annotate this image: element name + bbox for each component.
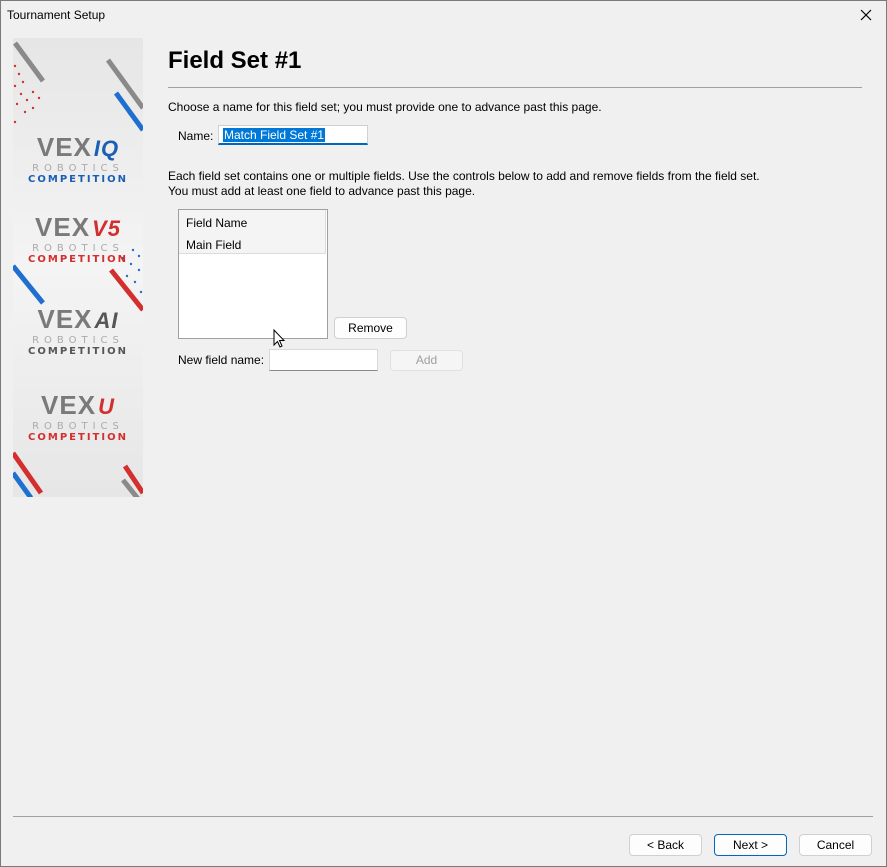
add-button[interactable]: Add bbox=[390, 350, 463, 371]
vex-ai-logo: VEXAI ROBOTICS COMPETITION bbox=[13, 306, 143, 358]
next-button[interactable]: Next > bbox=[714, 834, 787, 856]
header-divider bbox=[168, 87, 862, 88]
logo-suffix: V5 bbox=[92, 216, 121, 241]
fields-instructions-line1: Each field set contains one or multiple … bbox=[168, 169, 760, 183]
tournament-setup-window: Tournament Setup VEXIQ ROBOTICS COMPETIT… bbox=[0, 0, 887, 867]
new-field-name-input[interactable] bbox=[269, 349, 378, 371]
list-item-label: Main Field bbox=[186, 238, 242, 252]
close-icon bbox=[860, 9, 872, 21]
logo-robotics: ROBOTICS bbox=[32, 243, 124, 254]
logo-competition: COMPETITION bbox=[28, 254, 128, 265]
fields-instructions-line2: You must add at least one field to advan… bbox=[168, 184, 476, 198]
vex-u-logo: VEXU ROBOTICS COMPETITION bbox=[13, 392, 143, 444]
logo-competition: COMPETITION bbox=[28, 432, 128, 443]
logo-suffix: AI bbox=[94, 308, 119, 333]
vex-iq-logo: VEXIQ ROBOTICS COMPETITION bbox=[13, 134, 143, 186]
title-bar: Tournament Setup bbox=[1, 1, 886, 29]
new-field-label: New field name: bbox=[178, 353, 265, 367]
logo-suffix: IQ bbox=[93, 136, 120, 161]
logo-wordmark: VEX bbox=[41, 390, 97, 420]
list-column-header-label: Field Name bbox=[186, 216, 248, 230]
field-set-name-input[interactable]: Match Field Set #1 bbox=[218, 125, 368, 145]
logo-robotics: ROBOTICS bbox=[32, 421, 124, 432]
logo-wordmark: VEX bbox=[36, 132, 92, 162]
logo-competition: COMPETITION bbox=[28, 346, 128, 357]
logo-wordmark: VEX bbox=[35, 212, 91, 242]
page-title: Field Set #1 bbox=[168, 47, 302, 74]
mouse-pointer-icon bbox=[273, 329, 286, 348]
logo-competition: COMPETITION bbox=[28, 174, 128, 185]
back-button[interactable]: < Back bbox=[629, 834, 702, 856]
field-set-name-value: Match Field Set #1 bbox=[223, 128, 326, 142]
window-title: Tournament Setup bbox=[7, 8, 106, 22]
list-item[interactable]: Main Field bbox=[179, 232, 326, 254]
vex-banner-sidebar: VEXIQ ROBOTICS COMPETITION VEXV5 ROBOTIC… bbox=[13, 38, 143, 497]
close-button[interactable] bbox=[846, 1, 886, 29]
logo-suffix: U bbox=[98, 394, 115, 419]
logo-wordmark: VEX bbox=[37, 304, 93, 334]
name-instructions: Choose a name for this field set; you mu… bbox=[168, 100, 602, 114]
list-column-header[interactable]: Field Name bbox=[179, 210, 326, 232]
vex-v5-logo: VEXV5 ROBOTICS COMPETITION bbox=[13, 214, 143, 266]
fields-list[interactable]: Field Name Main Field bbox=[178, 209, 328, 339]
logo-robotics: ROBOTICS bbox=[32, 335, 124, 346]
logo-robotics: ROBOTICS bbox=[32, 163, 124, 174]
name-label: Name: bbox=[178, 129, 214, 143]
footer-divider bbox=[13, 816, 873, 817]
remove-button[interactable]: Remove bbox=[334, 317, 407, 339]
cancel-button[interactable]: Cancel bbox=[799, 834, 872, 856]
